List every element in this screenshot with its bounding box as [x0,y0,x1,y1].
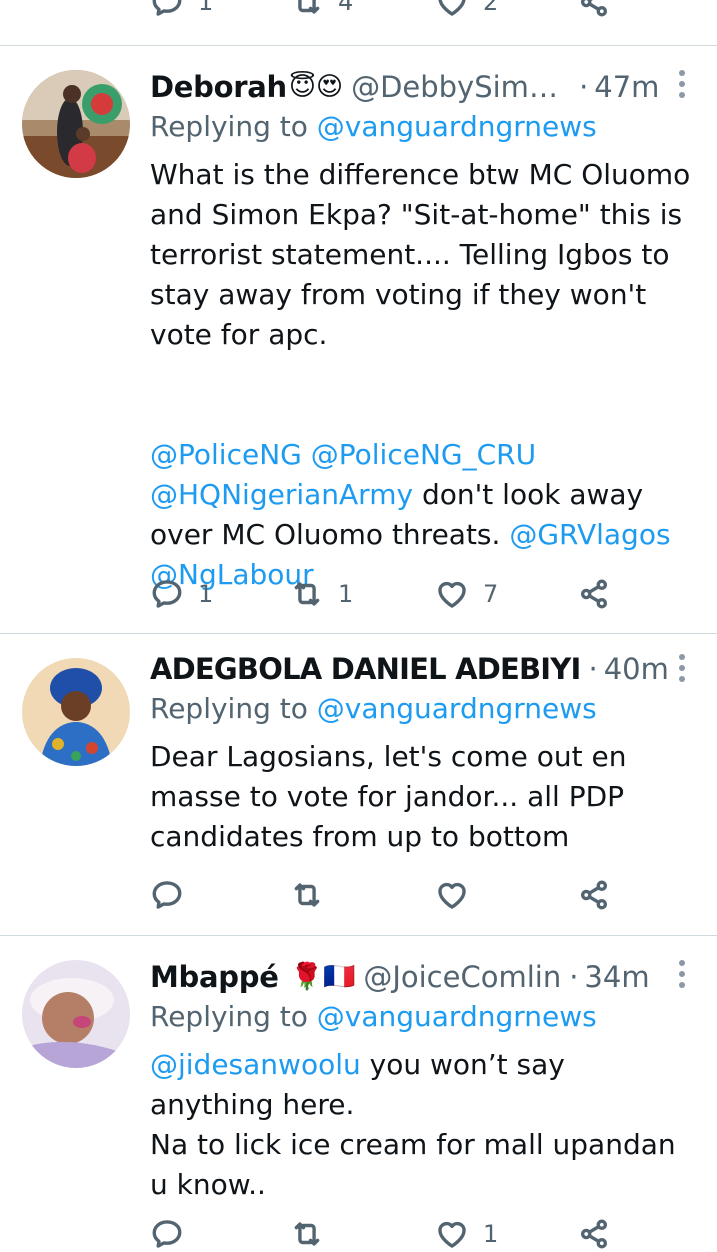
mention-grvlagos[interactable]: @GRVlagos [509,518,670,551]
share-button[interactable] [577,878,611,912]
display-name[interactable]: Mbappé [150,960,279,994]
reply-icon [150,577,184,611]
like-button[interactable]: 7 [435,577,577,611]
retweet-count: 4 [338,0,354,16]
tweet-header: Deborah 😇😍 @DebbySimo... · 47m [150,67,677,107]
share-icon [577,0,611,19]
heart-icon [435,577,469,611]
tweet-text: Dear Lagosians, let's come out en masse … [150,740,636,853]
reply-button[interactable] [150,878,290,912]
avatar[interactable] [22,70,130,178]
reply-count: 1 [198,0,214,16]
tweet-actions [150,877,611,913]
retweet-button[interactable]: 1 [290,577,435,611]
reply-icon [150,1217,184,1251]
retweet-icon [290,0,324,19]
retweet-icon [290,878,324,912]
reply-button[interactable]: 1 [150,577,290,611]
reply-button[interactable]: 1 [150,0,290,19]
retweet-count: 1 [338,580,354,608]
display-name[interactable]: ADEGBOLA DANIEL ADEBIYI [150,652,581,686]
avatar[interactable] [22,960,130,1068]
share-icon [577,577,611,611]
avatar[interactable] [22,658,130,766]
retweet-button[interactable]: 4 [290,0,435,19]
like-button[interactable]: 1 [435,1217,577,1251]
replying-to-label: Replying to [150,110,308,143]
more-options-icon[interactable] [675,954,689,994]
share-button[interactable] [577,1217,611,1251]
mention-policeng-cru[interactable]: @PoliceNG_CRU [311,438,536,471]
replying-to: Replying to @vanguardngrnews [150,1000,597,1033]
more-options-icon[interactable] [675,648,689,688]
timestamp[interactable]: 34m [584,960,649,994]
tweet-mbappe[interactable]: Mbappé 🌹🇫🇷 @JoiceComlin · 34m Replying t… [0,936,717,1248]
username[interactable]: @DebbySimo... [351,70,561,104]
share-icon [577,878,611,912]
retweet-button[interactable] [290,878,435,912]
replying-to-handle[interactable]: @vanguardngrnews [317,1000,597,1033]
replying-to-label: Replying to [150,692,308,725]
heart-icon [435,1217,469,1251]
share-button[interactable] [577,0,611,19]
tweet-deborah[interactable]: Deborah 😇😍 @DebbySimo... · 47m Replying … [0,46,717,633]
separator: · [579,70,589,104]
timestamp[interactable]: 47m [594,70,659,104]
tweet-actions: 1 [150,1216,611,1252]
separator: · [588,652,598,686]
more-options-icon[interactable] [675,64,689,104]
mention-jidesanwoolu[interactable]: @jidesanwoolu [150,1048,361,1081]
tweet-adegbola[interactable]: ADEGBOLA DANIEL ADEBIYI · 40m Replying t… [0,634,717,935]
display-name[interactable]: Deborah [150,70,287,104]
share-icon [577,1217,611,1251]
retweet-icon [290,577,324,611]
replying-to-label: Replying to [150,1000,308,1033]
retweet-button[interactable] [290,1217,435,1251]
like-count: 1 [483,1220,499,1248]
tweet-text: @jidesanwoolu you won’t say anything her… [150,1045,695,1205]
replying-to: Replying to @vanguardngrnews [150,692,597,725]
tweet-text-line2: Na to lick ice cream for mall upandan u … [150,1128,685,1201]
heart-icon [435,0,469,19]
reply-button[interactable] [150,1217,290,1251]
retweet-icon [290,1217,324,1251]
mention-hqnigerianarmy[interactable]: @HQNigerianArmy [150,478,413,511]
tweet-actions-top: 1 4 2 [150,0,611,20]
name-emojis: 😇😍 [288,72,344,102]
replying-to: Replying to @vanguardngrnews [150,110,597,143]
mention-policeng[interactable]: @PoliceNG [150,438,302,471]
timestamp[interactable]: 40m [604,652,669,686]
like-button[interactable] [435,878,577,912]
reply-count: 1 [198,580,214,608]
tweet-text: What is the difference btw MC Oluomo and… [150,155,695,595]
like-count: 7 [483,580,499,608]
username[interactable]: @JoiceComlin [363,960,561,994]
tweet-header: Mbappé 🌹🇫🇷 @JoiceComlin · 34m [150,957,677,997]
tweet-actions: 1 1 7 [150,576,611,612]
reply-icon [150,0,184,19]
like-button[interactable]: 2 [435,0,577,19]
tweet-text-main: What is the difference btw MC Oluomo and… [150,158,700,351]
tweet-header: ADEGBOLA DANIEL ADEBIYI · 40m [150,649,677,689]
reply-icon [150,878,184,912]
separator: · [569,960,579,994]
heart-icon [435,878,469,912]
like-count: 2 [483,0,499,16]
name-emojis: 🌹🇫🇷 [290,962,356,992]
share-button[interactable] [577,577,611,611]
replying-to-handle[interactable]: @vanguardngrnews [317,692,597,725]
replying-to-handle[interactable]: @vanguardngrnews [317,110,597,143]
